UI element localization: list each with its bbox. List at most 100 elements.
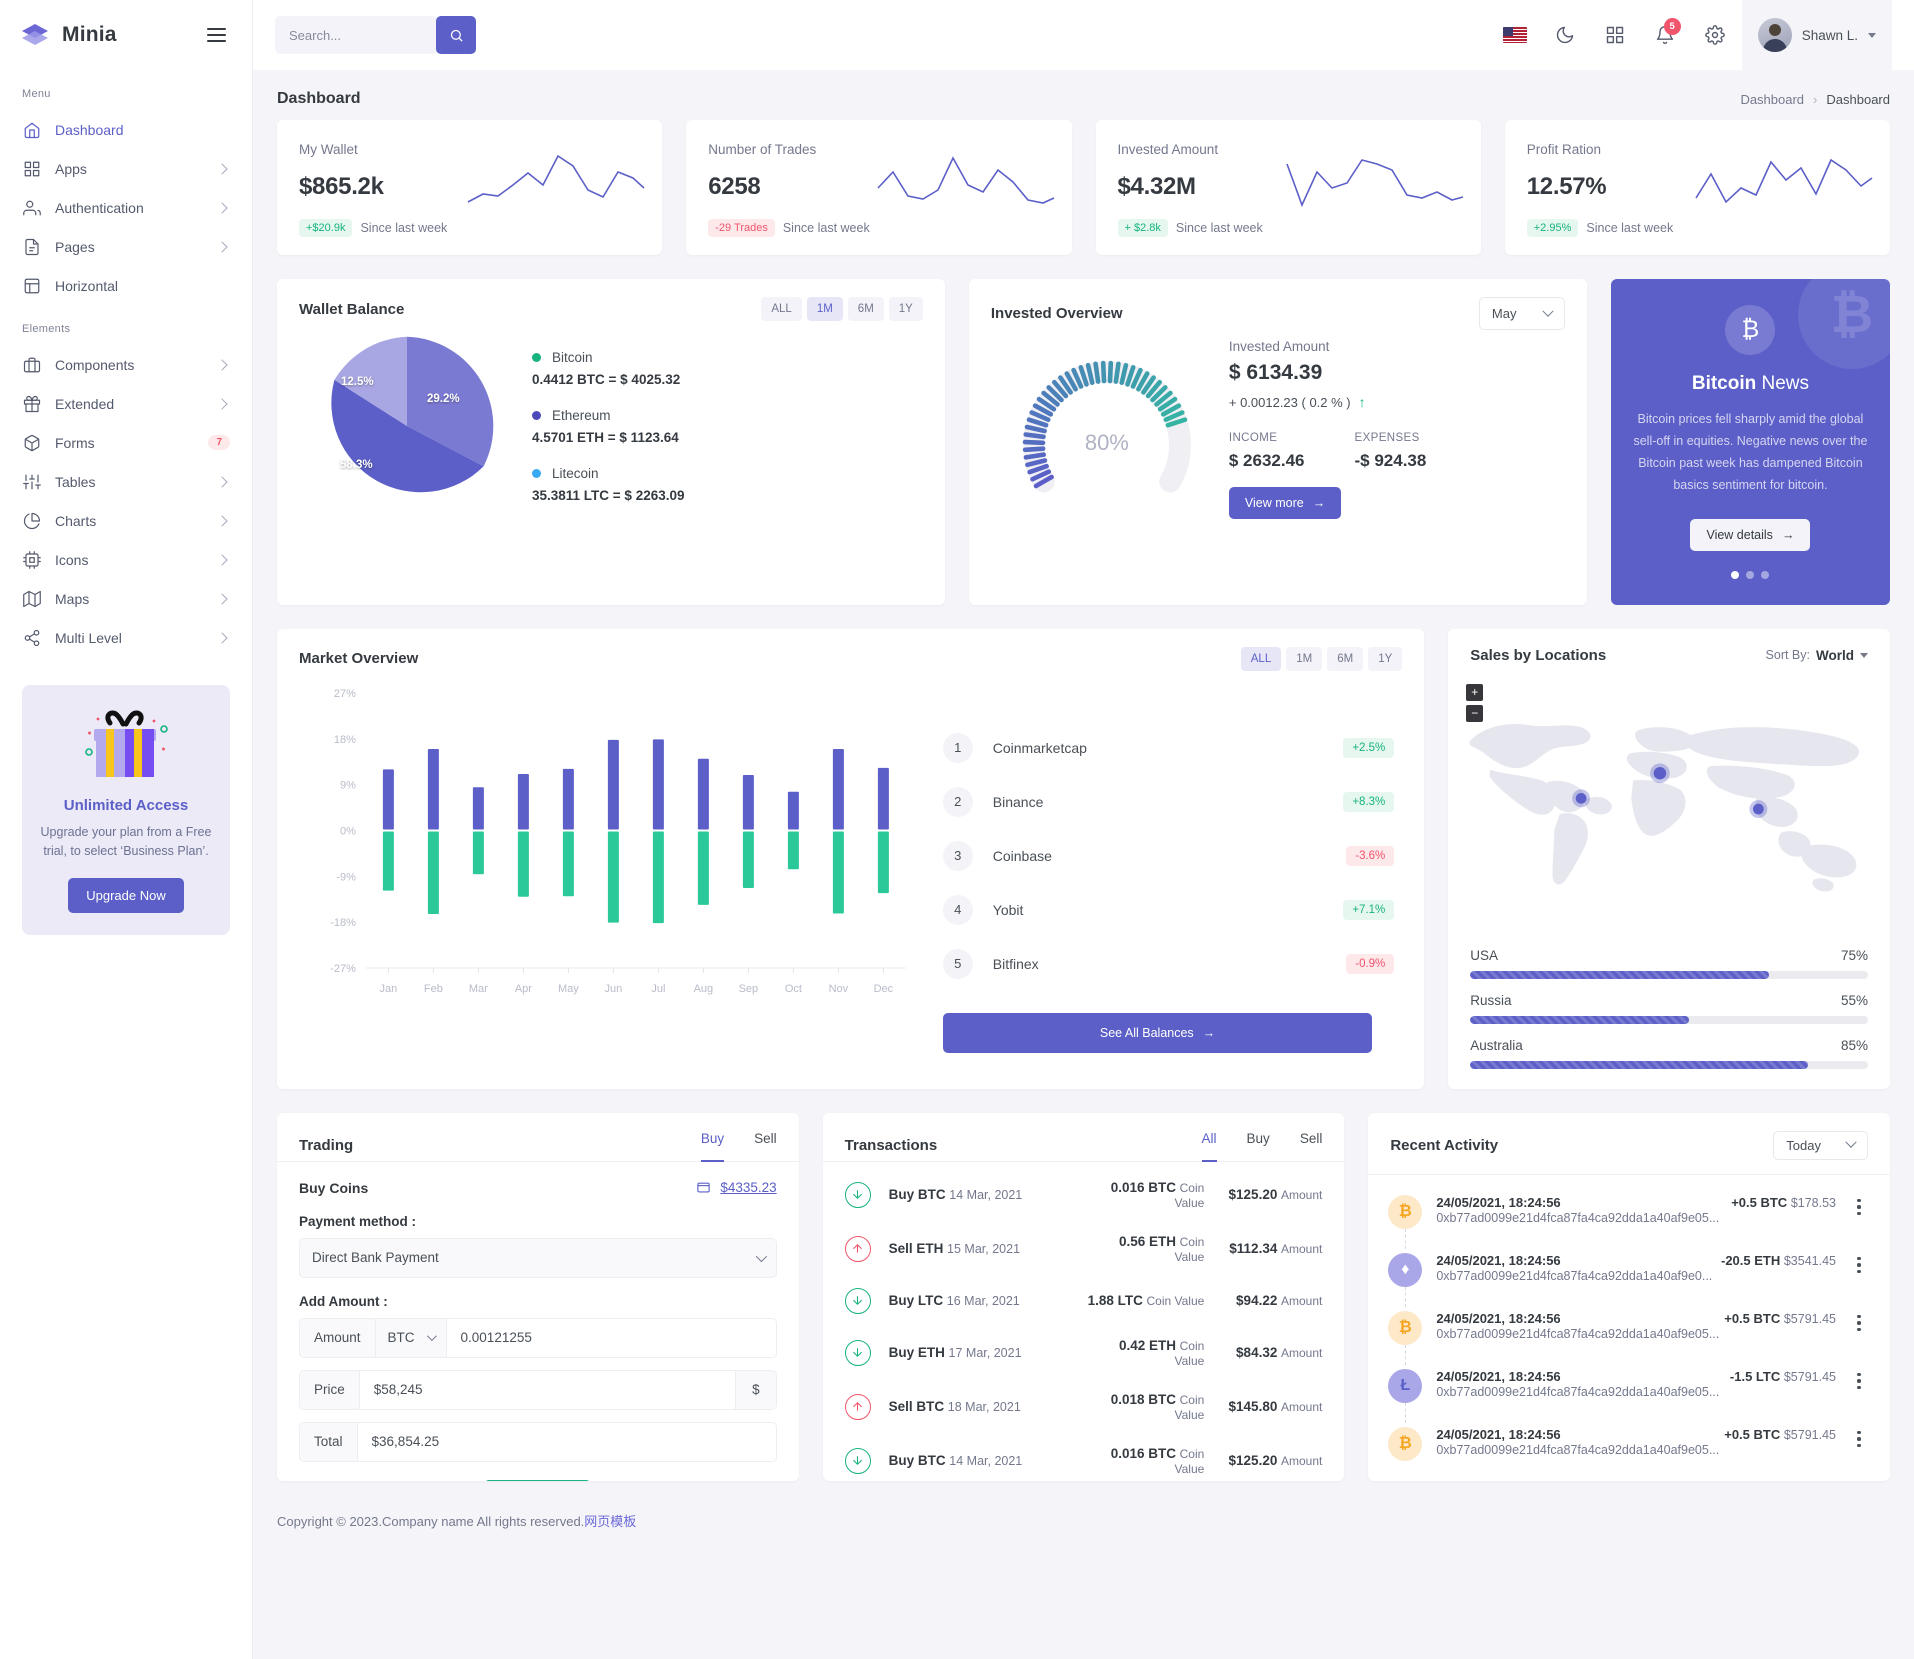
exchange-row-1[interactable]: 1 Coinmarketcap +2.5%	[942, 721, 1395, 775]
sidebar-item-components[interactable]: Components	[0, 345, 252, 384]
sidebar-item-dashboard[interactable]: Dashboard	[0, 110, 252, 149]
range-all-button[interactable]: ALL	[1240, 646, 1282, 671]
footer-link[interactable]: 网页模板	[584, 1514, 636, 1529]
table-row[interactable]: Buy LTC 16 Mar, 2021 1.88 LTC Coin Value…	[844, 1276, 1322, 1326]
wallet-balance-link[interactable]: $4335.23	[696, 1180, 777, 1195]
sidebar-item-authentication[interactable]: Authentication	[0, 188, 252, 227]
carousel-dot-3[interactable]	[1761, 570, 1770, 579]
view-more-button[interactable]: View more →	[1228, 487, 1342, 519]
coin-value-label: Coin Value	[1174, 1234, 1205, 1264]
view-more-label: View more	[1244, 496, 1304, 510]
sidebar-item-icons[interactable]: Icons	[0, 540, 252, 579]
table-row[interactable]: Buy ETH 17 Mar, 2021 0.42 ETH Coin Value…	[844, 1326, 1323, 1380]
range-all-button[interactable]: ALL	[761, 297, 802, 321]
invested-overview-header: Invested Overview May	[969, 279, 1587, 330]
view-details-button[interactable]: View details →	[1690, 518, 1811, 551]
sort-by-dropdown[interactable]: Sort By: World	[1766, 648, 1868, 663]
sidebar-item-apps[interactable]: Apps	[0, 149, 252, 188]
range-1y-button[interactable]: 1Y	[888, 297, 923, 321]
more-options-icon[interactable]	[1848, 1195, 1870, 1215]
market-bar-chart: 27% 18% 9% 0% -9% -18% -27% Jan Feb Mar Apr May Jun J…	[299, 679, 929, 1004]
search-button[interactable]	[436, 16, 476, 54]
breadcrumb-parent[interactable]: Dashboard	[1740, 92, 1804, 107]
more-options-icon[interactable]	[1848, 1253, 1870, 1273]
svg-text:Sep: Sep	[739, 983, 759, 995]
see-all-balances-button[interactable]: See All Balances →	[942, 1012, 1373, 1053]
wallet-balance-header: Wallet Balance ALL 1M 6M 1Y	[277, 279, 945, 321]
brand[interactable]: Minia	[0, 0, 252, 70]
range-1y-button[interactable]: 1Y	[1368, 646, 1403, 671]
exchange-row-3[interactable]: 3 Coinbase -3.6%	[942, 829, 1395, 883]
activity-usd: $5791.45	[1783, 1311, 1836, 1326]
exchange-row-2[interactable]: 2 Binance +8.3%	[942, 775, 1395, 829]
settings-button[interactable]	[1692, 12, 1738, 58]
sidebar-item-forms[interactable]: Forms 7	[0, 423, 252, 462]
map-zoom-out-button[interactable]: −	[1466, 704, 1484, 722]
carousel-dot-1[interactable]	[1731, 570, 1740, 579]
table-row[interactable]: Buy BTC 14 Mar, 2021 0.016 BTC Coin Valu…	[844, 1168, 1322, 1222]
exchange-name: Coinmarketcap	[992, 739, 1087, 756]
range-1m-button[interactable]: 1M	[1286, 646, 1323, 671]
exchange-name: Coinbase	[992, 847, 1052, 864]
activity-filter-select[interactable]: Today	[1773, 1130, 1868, 1160]
sort-by-value: World	[1816, 647, 1854, 663]
list-item[interactable]: ₿ 24/05/2021, 18:24:56 0xb77ad0099e21d4f…	[1388, 1417, 1870, 1475]
carousel-dot-2[interactable]	[1746, 570, 1755, 579]
range-1m-button[interactable]: 1M	[806, 297, 843, 321]
tab-sell[interactable]: Sell	[1300, 1131, 1323, 1162]
list-item[interactable]: ₿ 24/05/2021, 18:24:56 0xb77ad0099e21d4f…	[1388, 1185, 1870, 1249]
sidebar-item-charts[interactable]: Charts	[0, 501, 252, 540]
apps-grid-button[interactable]	[1592, 12, 1638, 58]
month-select[interactable]: May	[1478, 297, 1565, 330]
list-item[interactable]: ♦ 24/05/2021, 18:24:56 0xb77ad0099e21d4f…	[1388, 1243, 1870, 1307]
table-row[interactable]: Buy BTC 14 Mar, 2021 0.016 BTC Coin Valu…	[844, 1434, 1322, 1481]
sidebar-item-maps[interactable]: Maps	[0, 579, 252, 618]
payment-method-select[interactable]: Direct Bank Payment	[299, 1237, 777, 1278]
tab-buy[interactable]: Buy	[700, 1131, 725, 1162]
table-row[interactable]: Sell ETH 15 Mar, 2021 0.56 ETH Coin Valu…	[844, 1222, 1322, 1276]
timeline-connector	[1405, 1344, 1407, 1365]
trading-tabs: Buy Sell	[700, 1131, 777, 1162]
sidebar-badge: 7	[208, 435, 230, 450]
currency-select[interactable]: BTC	[375, 1318, 447, 1357]
more-options-icon[interactable]	[1848, 1311, 1870, 1331]
total-input[interactable]	[357, 1422, 776, 1461]
exchange-row-5[interactable]: 5 Bitfinex -0.9%	[942, 937, 1395, 991]
exchange-row-4[interactable]: 4 Yobit +7.1%	[942, 883, 1395, 937]
more-options-icon[interactable]	[1848, 1369, 1870, 1389]
sidebar-item-horizontal[interactable]: Horizontal	[0, 266, 252, 305]
amount-label: Amount	[1280, 1346, 1323, 1360]
upgrade-now-button[interactable]: Upgrade Now	[68, 877, 184, 913]
notifications-button[interactable]: 5	[1642, 12, 1688, 58]
sales-row-russia: Russia 55%	[1470, 993, 1868, 1024]
topbar-actions: 5 Shawn L.	[1492, 0, 1892, 70]
buy-coin-button[interactable]: Buy Coin	[484, 1479, 592, 1481]
sidebar-item-tables[interactable]: Tables	[0, 462, 252, 501]
dark-mode-toggle[interactable]	[1542, 12, 1588, 58]
sidebar-item-multi-level[interactable]: Multi Level	[0, 618, 252, 657]
map-zoom-in-button[interactable]: +	[1466, 683, 1484, 701]
pie-slice-label-2: 58.3%	[340, 459, 373, 471]
table-row[interactable]: Sell BTC 18 Mar, 2021 0.018 BTC Coin Val…	[844, 1380, 1322, 1434]
price-input[interactable]	[359, 1370, 736, 1409]
search-input[interactable]	[275, 16, 438, 54]
user-profile-menu[interactable]: Shawn L.	[1741, 0, 1892, 70]
sidebar-toggle-button[interactable]	[203, 24, 230, 46]
sidebar-item-pages[interactable]: Pages	[0, 227, 252, 266]
tab-buy[interactable]: Buy	[1247, 1131, 1270, 1162]
range-6m-button[interactable]: 6M	[1327, 646, 1364, 671]
trading-header: Trading Buy Sell	[277, 1113, 799, 1162]
more-options-icon[interactable]	[1848, 1427, 1870, 1447]
range-6m-button[interactable]: 6M	[847, 297, 884, 321]
sales-by-locations-card: Sales by Locations Sort By: World + − US…	[1448, 628, 1890, 1089]
tab-sell[interactable]: Sell	[754, 1131, 777, 1162]
amount-input[interactable]	[446, 1318, 776, 1357]
world-map[interactable]: + −	[1454, 676, 1884, 944]
list-item[interactable]: Ł 24/05/2021, 18:24:56 0xb77ad0099e21d4f…	[1388, 1359, 1870, 1423]
tab-all[interactable]: All	[1201, 1131, 1217, 1162]
price-prefix: Price	[300, 1370, 360, 1409]
list-item[interactable]: ₿ 24/05/2021, 18:24:56 0xb77ad0099e21d4f…	[1388, 1301, 1870, 1365]
activity-usd: $178.53	[1790, 1195, 1836, 1210]
sidebar-item-extended[interactable]: Extended	[0, 384, 252, 423]
language-flag-button[interactable]	[1492, 12, 1538, 58]
